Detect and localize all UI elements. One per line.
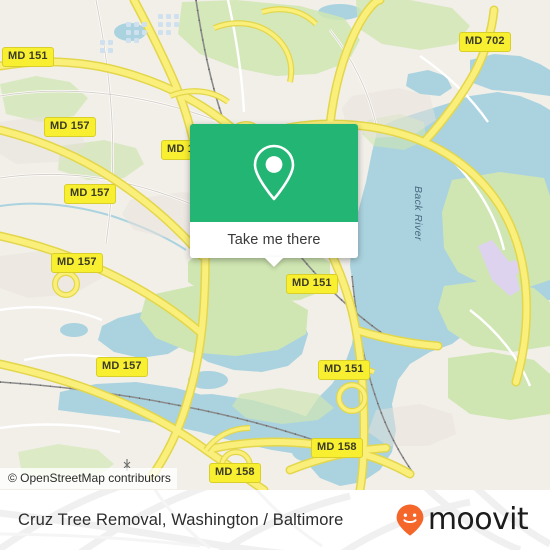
map-canvas[interactable]: MD 151 MD 702 MD 157 MD 151 MD 157 MD 15… <box>0 0 550 490</box>
screenshot-root: MD 151 MD 702 MD 157 MD 151 MD 157 MD 15… <box>0 0 550 550</box>
highway-shield: MD 158 <box>311 438 363 458</box>
highway-shield: MD 157 <box>96 357 148 377</box>
highway-shield: MD 157 <box>51 253 103 273</box>
highway-shield: MD 151 <box>318 360 370 380</box>
moovit-smiley-pin-icon <box>396 504 424 536</box>
highway-shield: MD 158 <box>209 463 261 483</box>
map-pin-icon <box>253 144 295 201</box>
moovit-wordmark: moovit <box>427 502 529 537</box>
location-popup-card[interactable]: Take me there <box>190 124 358 258</box>
footer-bar: Cruz Tree Removal, Washington / Baltimor… <box>0 490 550 550</box>
take-me-there-label: Take me there <box>227 232 321 248</box>
highway-shield: MD 157 <box>44 117 96 137</box>
moovit-logo[interactable]: moovit <box>395 503 532 537</box>
water-label-back-river: Back River <box>412 186 424 241</box>
osm-attribution[interactable]: © OpenStreetMap contributors <box>0 468 177 489</box>
page-title: Cruz Tree Removal, Washington / Baltimor… <box>18 510 344 529</box>
popup-image-area <box>190 124 358 222</box>
highway-shield: MD 702 <box>459 32 511 52</box>
highway-shield: MD 151 <box>286 274 338 294</box>
highway-shield: MD 151 <box>2 47 54 67</box>
highway-shield: MD 157 <box>64 184 116 204</box>
take-me-there-button[interactable]: Take me there <box>190 222 358 258</box>
